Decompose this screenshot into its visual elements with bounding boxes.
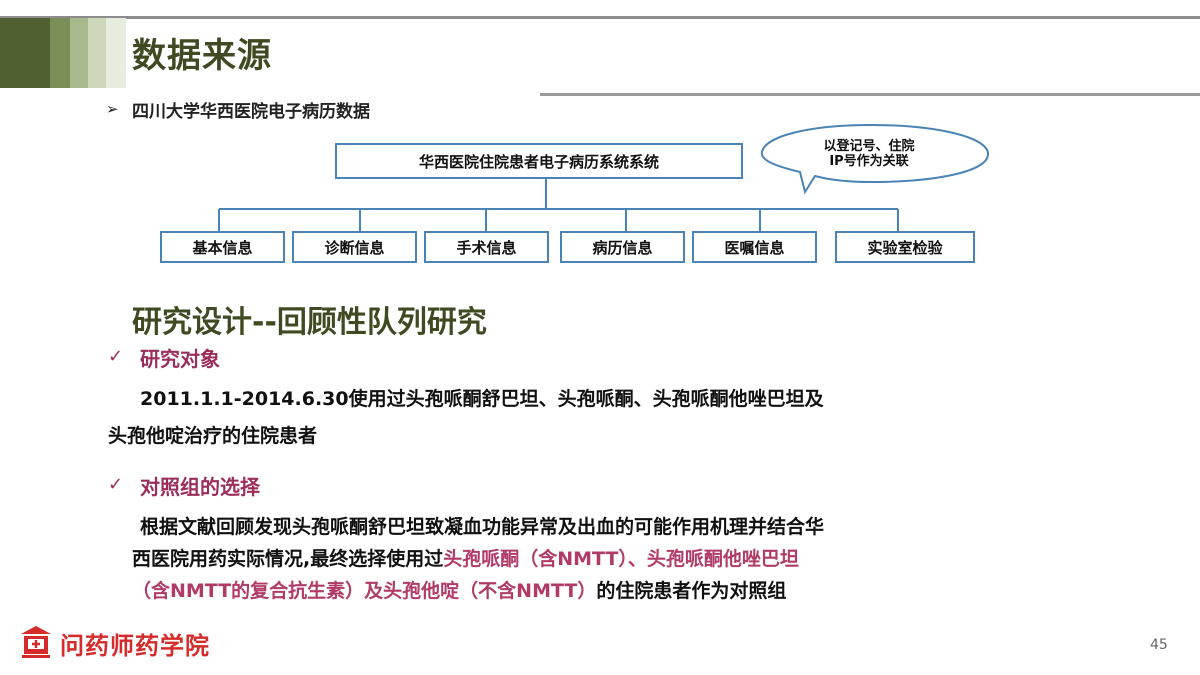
callout-line-1: 以登记号、住院 xyxy=(823,139,915,154)
subject-line-1: 2011.1.1-2014.6.30使用过头孢哌酮舒巴坦、头孢哌酮、头孢哌酮他唑… xyxy=(140,388,824,410)
page-number: 45 xyxy=(1150,637,1168,653)
control-line-3-text: 的住院患者作为对照组 xyxy=(596,580,787,602)
arrow-bullet-icon: ➢ xyxy=(106,100,119,118)
child-box-surgery-info: 手术信息 xyxy=(424,231,549,263)
check-icon: ✓ xyxy=(108,346,124,367)
control-line-2-text: 西医院用药实际情况,最终选择使用过 xyxy=(132,548,444,570)
child-box-record-info: 病历信息 xyxy=(560,231,685,263)
subject-line-2: 头孢他啶治疗的住院患者 xyxy=(108,425,318,447)
control-line-2-highlight: 头孢哌酮（含NMTT）、头孢哌酮他唑巴坦 xyxy=(443,548,799,570)
control-line-1: 根据文献回顾发现头孢哌酮舒巴坦致凝血功能异常及出血的可能作用机理并结合华 xyxy=(140,516,825,538)
control-line-2: 西医院用药实际情况,最终选择使用过头孢哌酮（含NMTT）、头孢哌酮他唑巴坦 xyxy=(132,542,799,576)
control-line-3: （含NMTT的复合抗生素）及头孢他啶（不含NMTT）的住院患者作为对照组 xyxy=(132,574,786,608)
data-source-label: 四川大学华西医院电子病历数据 xyxy=(132,102,370,122)
child-box-lab-test: 实验室检验 xyxy=(835,231,975,263)
slide-title: 数据来源 xyxy=(132,36,272,76)
academy-logo-text: 问药师药学院 xyxy=(60,632,210,660)
subject-heading: 研究对象 xyxy=(140,347,220,371)
control-line-3-highlight: （含NMTT的复合抗生素）及头孢他啶（不含NMTT） xyxy=(132,580,597,602)
child-box-order-info: 医嘱信息 xyxy=(692,231,817,263)
top-rule xyxy=(0,16,1200,19)
title-decoration-bars xyxy=(0,18,126,88)
study-design-title: 研究设计--回顾性队列研究 xyxy=(132,305,487,340)
emr-system-box: 华西医院住院患者电子病历系统系统 xyxy=(335,143,743,179)
control-heading: 对照组的选择 xyxy=(140,475,260,499)
check-icon: ✓ xyxy=(108,474,124,495)
title-rule xyxy=(540,93,1200,96)
callout-line-2: IP号作为关联 xyxy=(829,154,909,169)
child-box-basic-info: 基本信息 xyxy=(160,231,285,263)
child-box-diagnosis-info: 诊断信息 xyxy=(292,231,417,263)
callout-text: 以登记号、住院 IP号作为关联 xyxy=(784,139,954,169)
academy-logo-icon xyxy=(21,626,51,658)
